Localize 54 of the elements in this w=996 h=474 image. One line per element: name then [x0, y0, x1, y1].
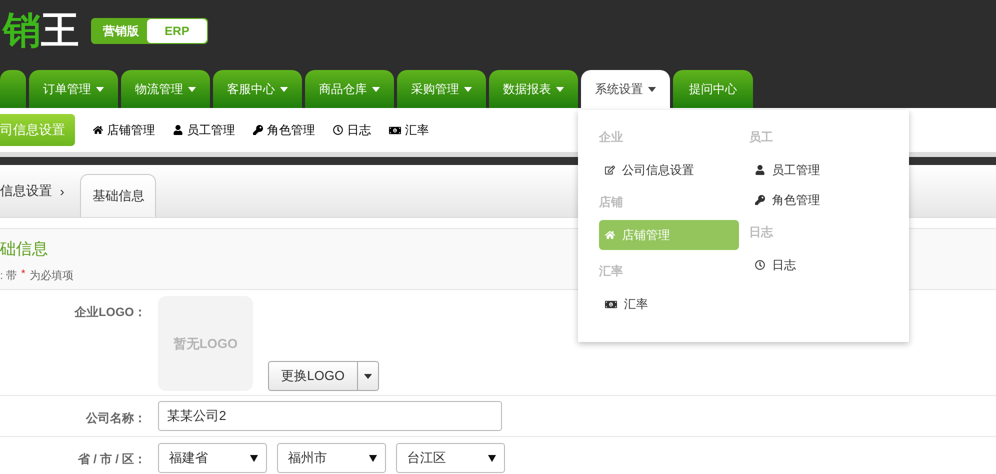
field-label: 公司名称： — [84, 410, 146, 427]
dropdown-toggle[interactable] — [358, 361, 379, 391]
menu-item[interactable]: 汇率 — [599, 289, 739, 319]
region-select[interactable]: 福建省 — [158, 443, 267, 473]
field-label: 省 / 市 / 区： — [76, 451, 146, 468]
key-icon — [253, 125, 263, 135]
nav-tab[interactable]: 数据报表 — [489, 70, 578, 108]
menu-group-heading: 企业 — [599, 129, 624, 146]
menu-group-heading: 汇率 — [599, 263, 624, 280]
key-icon — [755, 195, 765, 205]
banknote-icon — [605, 298, 617, 310]
company-name-input[interactable]: 某某公司2 — [158, 401, 502, 431]
nav-tab[interactable]: 提问中心 — [673, 70, 753, 108]
region-select[interactable]: 台江区 — [396, 443, 505, 473]
nav-tab[interactable]: 采购管理 — [397, 70, 486, 108]
sub-nav-item[interactable]: 角色管理 — [253, 122, 315, 138]
menu-item[interactable]: 员工管理 — [749, 155, 879, 185]
nav-tab[interactable]: 商品仓库 — [305, 70, 394, 108]
sub-nav-item[interactable]: 员工管理 — [173, 122, 235, 138]
clock-icon — [333, 125, 343, 135]
logo-placeholder: 暂无LOGO — [173, 334, 238, 352]
user-icon — [173, 125, 183, 135]
sub-nav-item[interactable]: 汇率 — [389, 122, 429, 138]
menu-item[interactable]: 角色管理 — [749, 185, 879, 215]
menu-item[interactable]: 日志 — [749, 250, 879, 280]
required-mark: * — [21, 268, 26, 282]
home-icon — [605, 230, 615, 240]
page-tab[interactable]: 基础信息 — [80, 174, 156, 217]
clock-icon — [755, 260, 765, 270]
nav-tab[interactable]: 系统设置 — [581, 70, 670, 108]
section-title: 础信息 — [0, 240, 49, 260]
sub-nav-item[interactable]: 店铺管理 — [93, 122, 155, 138]
banknote-icon — [389, 124, 401, 136]
nav-tab[interactable]: 订单管理 — [29, 70, 118, 108]
note-text: : 带 — [0, 269, 18, 283]
nav-tab[interactable]: 客服中心 — [213, 70, 302, 108]
menu-group-heading: 日志 — [749, 224, 774, 241]
breadcrumb-link[interactable]: 信息设置 — [0, 182, 52, 200]
edition-badge: 营销版 ERP — [91, 18, 208, 44]
breadcrumb-separator: › — [60, 184, 64, 198]
change-logo-button[interactable]: 更换LOGO — [268, 361, 358, 391]
sub-nav-item[interactable]: 日志 — [333, 122, 371, 138]
field-label: 企业LOGO： — [73, 304, 146, 321]
menu-item[interactable]: 公司信息设置 — [599, 155, 739, 185]
note-text: 为必填项 — [29, 268, 74, 283]
edit-icon — [605, 165, 615, 175]
region-select[interactable]: 福州市 — [277, 443, 386, 473]
brand-logo: 销王 — [3, 12, 79, 50]
menu-group-heading: 员工 — [749, 129, 774, 146]
nav-tab[interactable]: 物流管理 — [121, 70, 210, 108]
nav-tab[interactable] — [0, 70, 26, 108]
menu-group-heading: 店铺 — [599, 194, 624, 211]
home-icon — [93, 125, 103, 135]
user-icon — [755, 165, 765, 175]
